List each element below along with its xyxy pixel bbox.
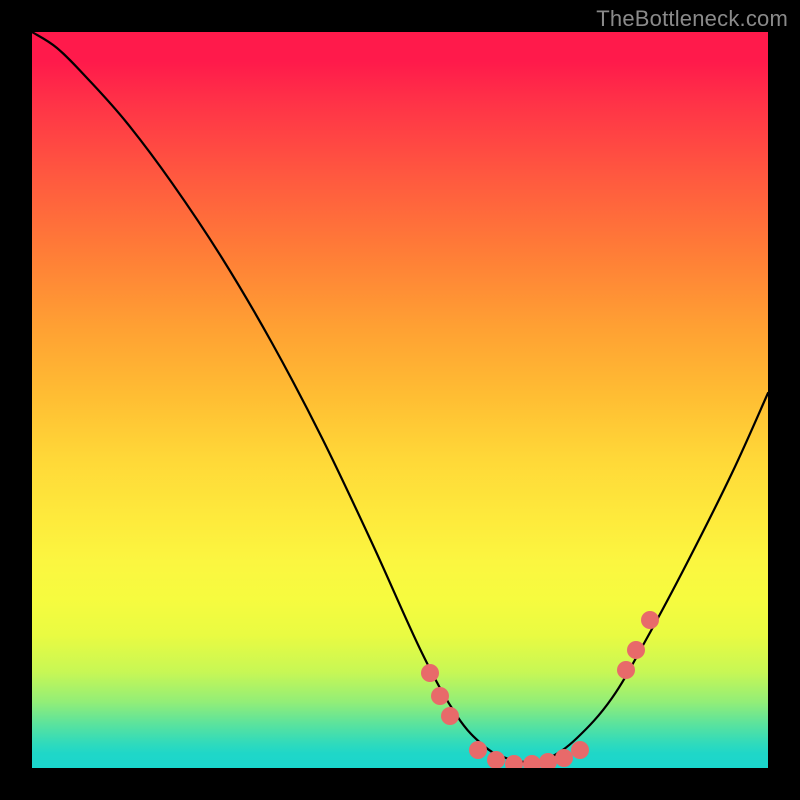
highlight-dot: [487, 751, 505, 768]
highlight-dot: [421, 664, 439, 682]
chart-stage: TheBottleneck.com: [0, 0, 800, 800]
highlight-dot: [523, 755, 541, 768]
highlight-dot: [431, 687, 449, 705]
highlight-dot: [627, 641, 645, 659]
highlight-dot: [441, 707, 459, 725]
highlight-dot: [555, 749, 573, 767]
curve-layer: [32, 32, 768, 768]
highlight-dot: [505, 755, 523, 768]
highlight-dot: [641, 611, 659, 629]
bottleneck-curve: [32, 32, 768, 762]
highlight-dots-group: [421, 611, 659, 768]
plot-area: [32, 32, 768, 768]
highlight-dot: [571, 741, 589, 759]
highlight-dot: [469, 741, 487, 759]
highlight-dot: [617, 661, 635, 679]
attribution-label: TheBottleneck.com: [596, 6, 788, 32]
